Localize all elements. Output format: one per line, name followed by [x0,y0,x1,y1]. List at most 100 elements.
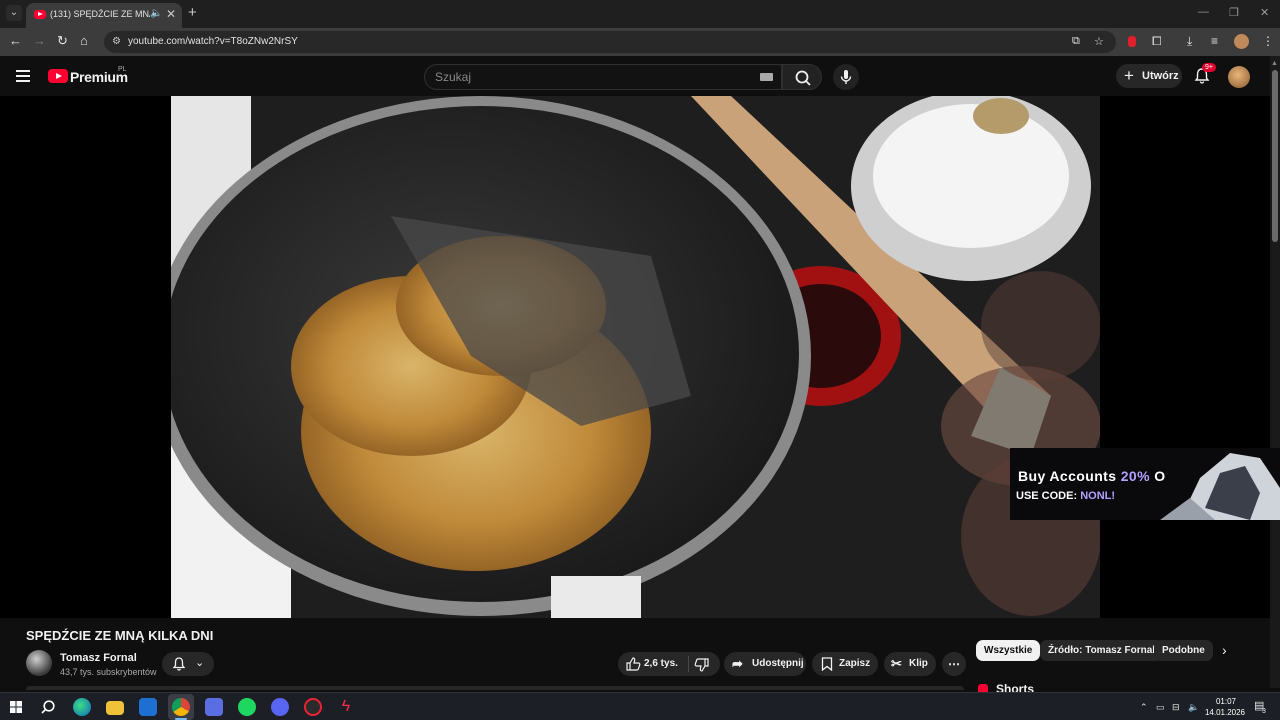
channel-subscribers: 43,7 tys. subskrybentów [60,667,157,677]
ad-character-image [1160,453,1280,520]
media-queue-icon[interactable]: ≡ [1211,34,1218,48]
chip-all[interactable]: Wszystkie [976,640,1041,661]
like-thumb-up-icon[interactable] [625,656,641,672]
sponsor-ad-overlay[interactable]: Buy Accounts 20% O USE CODE: NONL! [1010,448,1280,520]
ad-headline-prefix: Buy Accounts [1018,468,1121,484]
ad-headline-accent: 20% [1120,468,1150,484]
windows-taskbar: ϟ ⌃ ▭ ⊟ 🔈 01:07 14.01.2026 ▤ 3 [0,692,1280,720]
install-app-icon[interactable]: ⧉ [1072,35,1080,48]
save-button[interactable]: Zapisz [812,652,878,676]
video-title: SPĘDŹCIE ZE MNĄ KILKA DNI [26,628,214,643]
bookmark-star-icon[interactable]: ☆ [1094,35,1104,48]
menu-hamburger-icon[interactable] [16,70,30,82]
mail-app-icon[interactable] [139,698,157,716]
bell-icon [172,657,186,671]
plus-icon: + [1124,66,1134,85]
tray-network-icon[interactable]: ⊟ [1172,702,1180,713]
minimize-button[interactable]: — [1198,6,1209,18]
browser-menu-icon[interactable]: ⋮ [1262,34,1274,48]
url-text[interactable]: youtube.com/watch?v=T8oZNw2NrSY [128,36,298,47]
clock-time[interactable]: 01:07 [1206,697,1246,706]
address-bar[interactable]: ⚙ youtube.com/watch?v=T8oZNw2NrSY ⧉ ☆ [104,31,1116,53]
home-icon[interactable]: ⌂ [80,34,88,48]
app-icon-red-ring[interactable] [304,698,322,716]
notification-count: 3 [1262,708,1266,715]
like-count[interactable]: 2,6 tys. [644,652,678,676]
ad-code-prefix: USE CODE: [1016,490,1081,502]
chevron-down-icon: ⌄ [195,657,205,669]
subscription-notifications-button[interactable]: ⌄ [162,652,214,676]
account-avatar[interactable] [1228,66,1250,88]
description-box[interactable] [26,686,964,690]
reload-icon[interactable]: ↻ [57,34,68,48]
taskbar-search-icon[interactable] [40,699,56,715]
logo-country-code: PL [118,66,127,73]
search-button[interactable] [782,64,822,90]
back-icon[interactable]: ← [9,34,22,48]
browser-profile-avatar[interactable] [1234,34,1249,49]
windows-start-icon[interactable] [10,701,22,713]
spotify-icon[interactable] [238,698,256,716]
tray-device-icon[interactable]: ▭ [1156,702,1165,713]
chip-related[interactable]: Podobne [1154,640,1213,661]
voice-search-button[interactable] [833,64,859,90]
create-label: Utwórz [1142,70,1179,82]
bookmark-icon [821,657,833,671]
like-divider [688,656,689,672]
extensions-puzzle-icon[interactable]: ⧠ [1152,34,1162,49]
dislike-thumb-down-icon[interactable] [694,657,710,673]
tab-close-icon[interactable]: ✕ [166,7,176,21]
browser-tab-strip: ⌄ (131) SPĘDŹCIE ZE MNĄ KI... 🔈 ✕ + — ❐ … [0,0,1280,28]
tray-volume-icon[interactable]: 🔈 [1188,702,1199,713]
chrome-browser-icon[interactable] [172,698,190,716]
like-dislike-group: 2,6 tys. [618,652,720,676]
youtube-favicon-icon [34,10,46,19]
share-arrow-icon: ➦ [732,656,743,671]
scrollbar-thumb[interactable] [1272,70,1278,242]
ad-code-value: NONL! [1080,490,1116,502]
restore-button[interactable]: ❐ [1229,6,1239,19]
youtube-masthead: Premium PL + Utwórz 9+ [0,56,1280,96]
downloads-icon[interactable]: ⤓ [1187,34,1192,49]
notifications-badge: 9+ [1202,63,1216,72]
chevron-right-icon[interactable]: › [1222,642,1227,658]
scissors-icon: ✂ [891,656,902,671]
channel-avatar[interactable] [26,650,52,676]
browser-tab-active[interactable]: (131) SPĘDŹCIE ZE MNĄ KI... 🔈 ✕ [26,3,182,28]
tray-overflow-icon[interactable]: ⌃ [1140,702,1148,713]
share-label: Udostępnij [752,658,804,669]
more-actions-button[interactable]: ⋯ [942,652,966,676]
forward-icon[interactable]: → [33,34,46,48]
new-tab-button[interactable]: + [188,5,197,20]
share-button[interactable]: ➦ Udostępnij [724,652,806,676]
youtube-logo-icon[interactable] [48,69,68,83]
tab-search-chevron-icon[interactable]: ⌄ [6,5,22,21]
browser-toolbar: ← → ↻ ⌂ ⚙ youtube.com/watch?v=T8oZNw2NrS… [0,28,1280,56]
clip-button[interactable]: ✂ Klip [884,652,936,676]
video-frame-image [171,96,1100,618]
save-label: Zapisz [839,658,871,669]
ad-headline: Buy Accounts 20% O [1018,468,1166,484]
search-icon [795,70,811,86]
file-explorer-icon[interactable] [106,701,124,715]
site-info-icon[interactable]: ⚙ [112,36,121,47]
edge-browser-icon[interactable] [73,698,91,716]
create-button[interactable]: + Utwórz [1116,64,1182,88]
keyboard-icon[interactable] [760,73,773,81]
discord-icon[interactable] [271,698,289,716]
clock-date[interactable]: 14.01.2026 [1200,708,1250,717]
clip-label: Klip [909,658,928,669]
app-icon-blue[interactable] [205,698,223,716]
lightning-app-icon[interactable]: ϟ [337,698,355,716]
extension-red-icon[interactable] [1128,36,1136,47]
microphone-icon [840,70,852,84]
ad-code: USE CODE: NONL! [1016,490,1115,502]
video-frame[interactable] [171,96,1100,618]
scroll-up-arrow-icon[interactable]: ▲ [1271,60,1278,67]
chip-source-channel[interactable]: Źródło: Tomasz Fornal [1040,640,1164,661]
search-input[interactable] [435,70,735,84]
channel-name[interactable]: Tomasz Fornal [60,652,137,664]
speaker-icon[interactable]: 🔈 [150,8,162,19]
tab-title: (131) SPĘDŹCIE ZE MNĄ KI... [50,9,150,19]
close-window-button[interactable]: ✕ [1260,6,1269,19]
